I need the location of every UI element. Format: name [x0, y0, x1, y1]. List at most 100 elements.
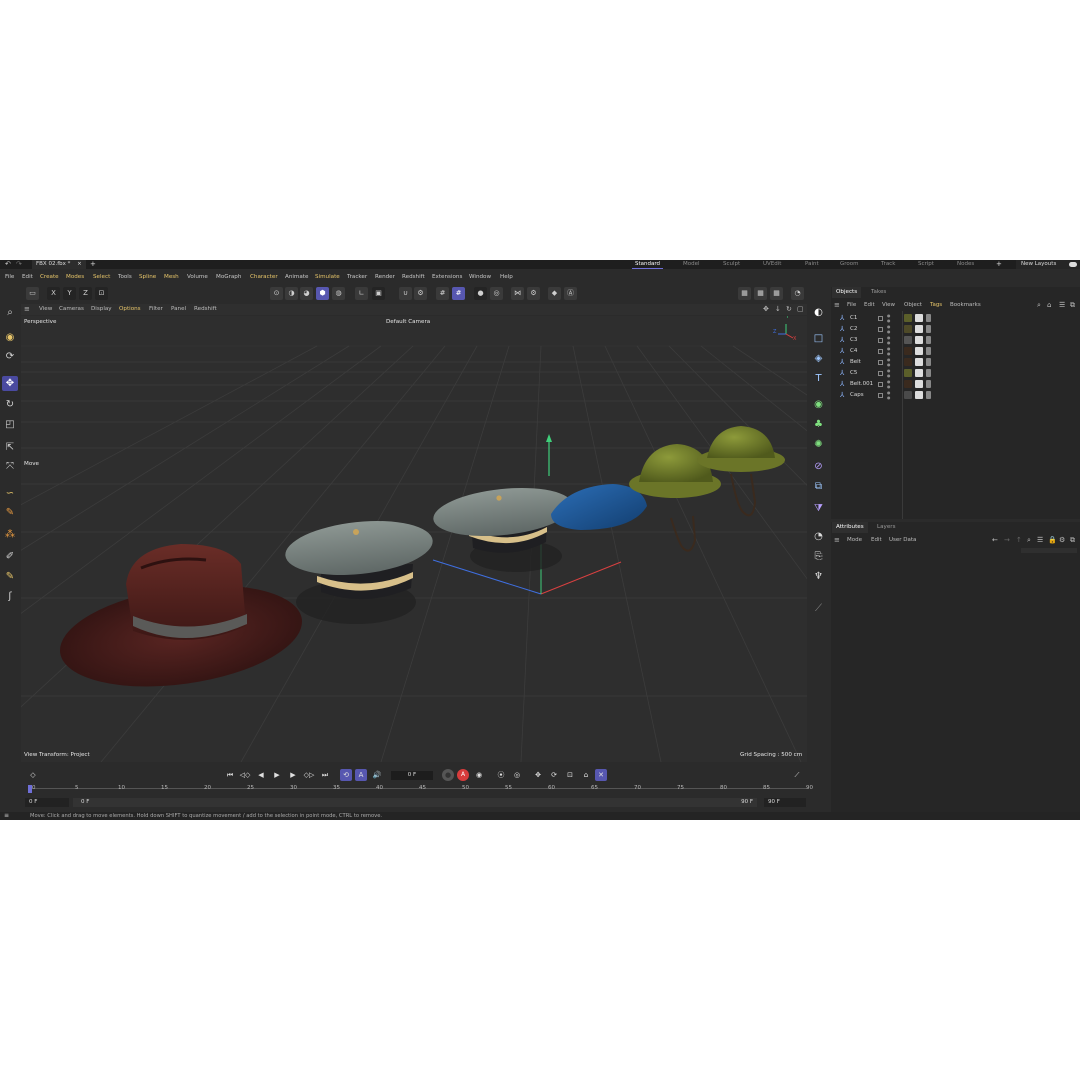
layer-check-icon[interactable] [878, 393, 883, 398]
cloner-icon[interactable]: ♣ [811, 417, 826, 432]
object-row-c3[interactable]: ⅄ C3 ● ● [831, 335, 1080, 346]
knife-icon[interactable]: ✎ [2, 569, 18, 584]
peaked-cap-left-model[interactable] [283, 514, 436, 624]
previous-key-icon[interactable]: ◁◇ [239, 769, 251, 781]
current-frame-field[interactable]: 0 F [391, 771, 433, 780]
visibility-dots-icon[interactable]: ● ● [887, 324, 891, 334]
preview-range-bar[interactable]: 0 F 90 F [73, 798, 757, 807]
magnet-icon[interactable]: ʃ [2, 589, 18, 604]
visibility-dots-icon[interactable]: ● ● [887, 313, 891, 323]
deformer-icon[interactable]: ⊘ [811, 459, 826, 474]
key-position-icon[interactable]: ⦿ [495, 769, 507, 781]
visibility-dots-icon[interactable]: ● ● [887, 335, 891, 345]
menu-modes[interactable]: Modes [66, 272, 84, 282]
attributes-menu-edit[interactable]: Edit [871, 535, 882, 545]
spline-pen-icon[interactable]: ∽ [2, 486, 18, 501]
attributes-search-icon[interactable]: ⌕ [1027, 535, 1031, 545]
layer-check-icon[interactable] [878, 349, 883, 354]
object-row-c5[interactable]: ⅄ C5 ● ● [831, 368, 1080, 379]
3d-viewport[interactable]: Perspective Default Camera Y Z X Move Vi… [21, 316, 807, 762]
layer-check-icon[interactable] [878, 382, 883, 387]
magnet-snap-icon[interactable]: ∪ [399, 287, 412, 300]
file-tab[interactable]: FBX 02.fbx * × [32, 260, 86, 269]
viewport-menu-view[interactable]: View [39, 304, 52, 315]
redo-icon[interactable]: ↷ [16, 260, 22, 269]
uvw-tag-icon[interactable] [915, 358, 923, 366]
next-frame-icon[interactable]: ▶ [287, 769, 299, 781]
maximize-view-icon[interactable]: ▢ [797, 304, 804, 315]
attributes-hamburger-icon[interactable]: ≡ [834, 535, 840, 545]
interactive-render-icon[interactable]: ◔ [791, 287, 804, 300]
objects-menu-bookmarks[interactable]: Bookmarks [950, 300, 981, 310]
phong-tag-icon[interactable] [926, 391, 931, 399]
x-axis-lock-button[interactable]: X [47, 287, 60, 300]
play-icon[interactable]: ▶ [271, 769, 283, 781]
phong-tag-icon[interactable] [926, 380, 931, 388]
search-icon[interactable]: ⌕ [2, 305, 18, 320]
render-view-icon[interactable]: ▦ [738, 287, 751, 300]
layer-check-icon[interactable] [878, 327, 883, 332]
orbit-icon[interactable]: ↻ [786, 304, 792, 315]
menu-simulate[interactable]: Simulate [315, 272, 340, 282]
blue-beret-model[interactable] [551, 484, 647, 530]
key-point-icon[interactable]: ⌂ [580, 769, 592, 781]
next-key-icon[interactable]: ◇▷ [303, 769, 315, 781]
viewport-menu-cameras[interactable]: Cameras [59, 304, 84, 315]
layout-tab-nodes[interactable]: Nodes [957, 260, 974, 269]
objects-hamburger-icon[interactable]: ≡ [834, 300, 840, 310]
layout-tab-paint[interactable]: Paint [805, 260, 819, 269]
menu-file[interactable]: File [5, 272, 14, 282]
viewport-menu-filter[interactable]: Filter [149, 304, 163, 315]
camera-label[interactable]: Default Camera [386, 319, 430, 325]
symmetry-icon[interactable]: ⋈ [511, 287, 524, 300]
object-row-c4[interactable]: ⅄ C4 ● ● [831, 346, 1080, 357]
cube-icon[interactable]: ◈ [811, 351, 826, 366]
objects-menu-edit[interactable]: Edit [864, 300, 875, 310]
object-row-c1[interactable]: ⅄ C1 ● ● [831, 313, 1080, 324]
key-rotation-icon[interactable]: ◎ [511, 769, 523, 781]
lock-icon[interactable]: 🔒 [1048, 535, 1057, 545]
viewport-menu-panel[interactable]: Panel [171, 304, 186, 315]
keyframe-selection-icon[interactable]: ◉ [473, 769, 485, 781]
objects-search-icon[interactable]: ⌕ [1037, 300, 1041, 310]
object-mode-icon[interactable]: ⬢ [316, 287, 329, 300]
sound-icon[interactable]: 🔊 [371, 769, 383, 781]
field-icon[interactable]: ⧩ [811, 501, 826, 516]
objects-menu-object[interactable]: Object [904, 300, 922, 310]
uv-mode-icon[interactable]: ◍ [332, 287, 345, 300]
visibility-dots-icon[interactable]: ● ● [887, 357, 891, 367]
coordinate-system-icon[interactable]: ⊡ [95, 287, 108, 300]
previous-frame-icon[interactable]: ◀ [255, 769, 267, 781]
menu-volume[interactable]: Volume [187, 272, 208, 282]
effector-icon[interactable]: ✺ [811, 437, 826, 452]
key-pla-icon[interactable]: ⊡ [564, 769, 576, 781]
viewport-menu-options[interactable]: Options [119, 304, 141, 315]
menu-help[interactable]: Help [500, 272, 513, 282]
viewport-menu-redshift[interactable]: Redshift [194, 304, 217, 315]
solo-icon[interactable]: ▣ [372, 287, 385, 300]
new-layouts-button[interactable]: New Layouts [1016, 260, 1080, 269]
settings-gear-icon[interactable]: ⚙ [527, 287, 540, 300]
tab-layers[interactable]: Layers [873, 522, 900, 533]
undo-icon[interactable]: ↶ [5, 260, 11, 269]
tab-attributes[interactable]: Attributes [832, 522, 868, 533]
move-gizmo[interactable] [546, 434, 552, 476]
add-tab-icon[interactable]: + [90, 260, 96, 269]
menu-spline[interactable]: Spline [139, 272, 156, 282]
camera-icon[interactable]: ⎘ [811, 549, 826, 564]
attributes-filter-icon[interactable]: ☰ [1037, 535, 1043, 545]
objects-menu-view[interactable]: View [882, 300, 895, 310]
back-arrow-icon[interactable]: ← [992, 535, 998, 545]
material-tag-icon[interactable] [904, 369, 912, 377]
render-picture-viewer-icon[interactable]: ▦ [754, 287, 767, 300]
model-mode-icon[interactable]: ▭ [26, 287, 39, 300]
material-tag-icon[interactable] [904, 347, 912, 355]
viewport-menu-display[interactable]: Display [91, 304, 112, 315]
axis-mode-icon[interactable]: ∟ [355, 287, 368, 300]
peaked-cap-right-model[interactable] [431, 482, 575, 572]
attributes-menu-mode[interactable]: Mode [847, 535, 862, 545]
polygon-pen-icon[interactable]: ✎ [2, 505, 18, 520]
objects-new-window-icon[interactable]: ⧉ [1070, 300, 1075, 310]
object-row-belt-001[interactable]: ⅄ Belt.001 ● ● [831, 379, 1080, 390]
brush-icon[interactable]: ✐ [2, 549, 18, 564]
